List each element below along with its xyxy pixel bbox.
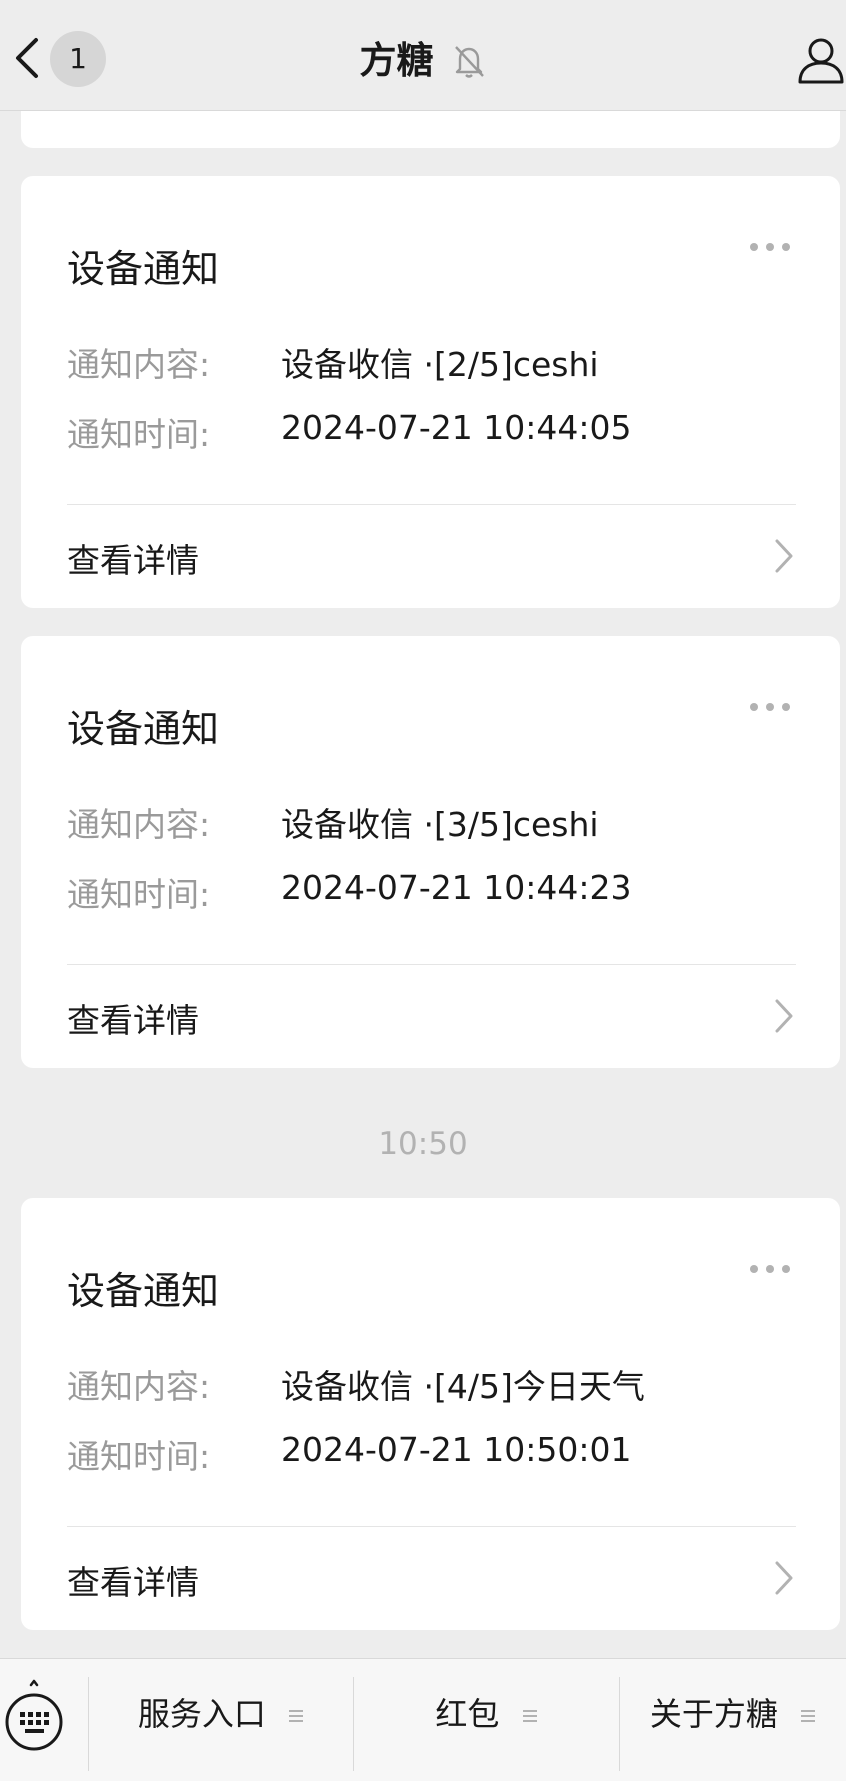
content-value: 设备收信 ·[3/5]ceshi — [281, 805, 599, 844]
submenu-lines-icon — [522, 1710, 537, 1722]
view-details-link[interactable]: 查看详情 — [67, 1556, 199, 1604]
keyboard-icon[interactable] — [3, 1679, 65, 1753]
notification-card: 设备通知 通知内容: 设备收信 ·[2/5]ceshi 通知时间: 2024-0… — [21, 176, 840, 608]
menu-item-label: 关于方糖 — [649, 1695, 778, 1733]
divider — [67, 504, 796, 505]
page-title: 方糖 — [359, 38, 434, 82]
time-label: 通知时间: — [67, 415, 211, 454]
chat-header: 1 方糖 — [0, 0, 846, 111]
content-label: 通知内容: — [67, 805, 211, 844]
menu-item-label: 服务入口 — [137, 1695, 266, 1733]
menu-item-label: 红包 — [435, 1695, 500, 1733]
more-options-icon[interactable] — [748, 241, 792, 253]
more-options-icon[interactable] — [748, 701, 792, 713]
divider — [67, 964, 796, 965]
chat-title-wrap: 方糖 — [0, 0, 846, 110]
card-title: 设备通知 — [67, 1269, 220, 1313]
card-title: 设备通知 — [67, 707, 220, 751]
submenu-lines-icon — [801, 1710, 816, 1722]
card-title: 设备通知 — [67, 247, 220, 291]
content-value: 设备收信 ·[2/5]ceshi — [281, 345, 599, 384]
submenu-lines-icon — [289, 1710, 304, 1722]
content-label: 通知内容: — [67, 345, 211, 384]
content-label: 通知内容: — [67, 1367, 211, 1406]
menu-item-service-entry[interactable]: 服务入口 — [89, 1659, 353, 1781]
time-value: 2024-07-21 10:44:23 — [281, 868, 632, 907]
menu-item-red-packet[interactable]: 红包 — [354, 1659, 619, 1781]
timestamp-separator: 10:50 — [378, 1126, 468, 1162]
view-details-link[interactable]: 查看详情 — [67, 534, 199, 582]
notification-card: 设备通知 通知内容: 设备收信 ·[3/5]ceshi 通知时间: 2024-0… — [21, 636, 840, 1068]
time-value: 2024-07-21 10:50:01 — [281, 1430, 632, 1469]
bell-muted-icon — [455, 45, 485, 78]
notification-card: 设备通知 通知内容: 设备收信 ·[4/5]今日天气 通知时间: 2024-07… — [21, 1198, 840, 1630]
view-details-link[interactable]: 查看详情 — [67, 994, 199, 1042]
more-options-icon[interactable] — [748, 1263, 792, 1275]
chevron-right-icon — [775, 999, 793, 1033]
time-label: 通知时间: — [67, 875, 211, 914]
content-value: 设备收信 ·[4/5]今日天气 — [281, 1367, 645, 1406]
divider — [67, 1526, 796, 1527]
bottom-menu-bar: 服务入口 红包 关于方糖 — [0, 1658, 846, 1781]
time-value: 2024-07-21 10:44:05 — [281, 408, 632, 447]
time-label: 通知时间: — [67, 1437, 211, 1476]
chevron-right-icon — [775, 1561, 793, 1595]
profile-icon[interactable] — [796, 35, 846, 85]
menu-item-about[interactable]: 关于方糖 — [620, 1659, 846, 1781]
chevron-right-icon — [775, 539, 793, 573]
